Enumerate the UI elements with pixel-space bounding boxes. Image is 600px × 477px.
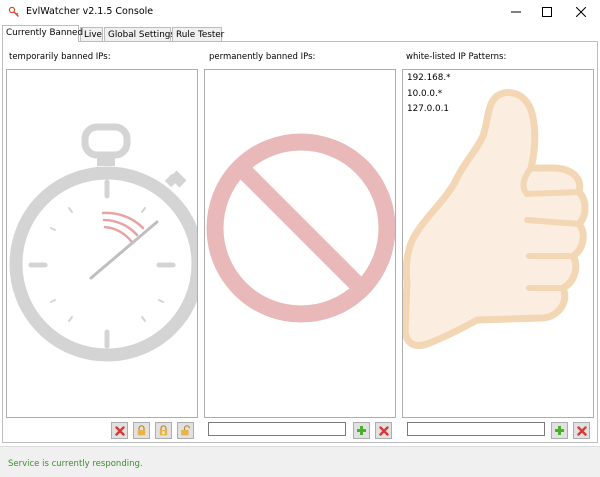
- whitelist-list[interactable]: 192.168.* 10.0.0.* 127.0.0.1: [402, 69, 594, 418]
- maximize-icon: [542, 7, 552, 17]
- maximize-button[interactable]: [532, 0, 562, 24]
- unlock-button[interactable]: [177, 422, 194, 439]
- status-bar: Service is currently responding.: [0, 446, 600, 477]
- permanent-bans-label: permanently banned IPs:: [209, 52, 316, 62]
- service-status-text: Service is currently responding.: [8, 459, 143, 469]
- add-icon: [555, 426, 564, 435]
- remove-permanent-ban-button[interactable]: [375, 422, 392, 439]
- list-item[interactable]: 10.0.0.*: [403, 87, 593, 103]
- title-bar: EvlWatcher v2.1.5 Console: [0, 0, 600, 24]
- make-permanent-button[interactable]: [155, 422, 172, 439]
- permanent-bans-list[interactable]: [204, 69, 396, 418]
- tab-global-settings[interactable]: Global Settings: [104, 27, 175, 42]
- tab-rule-tester[interactable]: Rule Tester: [172, 27, 224, 42]
- prohibited-icon: [206, 133, 395, 323]
- delete-icon: [576, 425, 587, 436]
- temporary-bans-label: temporarily banned IPs:: [9, 52, 111, 62]
- whitelist-pattern-input[interactable]: [407, 422, 545, 436]
- temporary-bans-list[interactable]: [6, 69, 198, 418]
- tab-live[interactable]: Live: [80, 27, 103, 42]
- list-item[interactable]: 127.0.0.1: [403, 102, 593, 118]
- permanent-ban-input[interactable]: [208, 422, 346, 436]
- unlock-icon: [181, 425, 191, 436]
- app-icon: [8, 6, 20, 18]
- stopwatch-icon: [9, 123, 197, 362]
- thumbs-up-icon: [403, 89, 589, 349]
- lock-temporary-ban-button[interactable]: [133, 422, 150, 439]
- close-icon: [576, 7, 586, 17]
- add-whitelist-pattern-button[interactable]: [551, 422, 568, 439]
- tab-strip: Currently Banned Live Global Settings Ru…: [0, 24, 600, 42]
- whitelist-label: white-listed IP Patterns:: [406, 52, 507, 62]
- add-permanent-ban-button[interactable]: [353, 422, 370, 439]
- lock-icon: [137, 425, 146, 436]
- list-item[interactable]: 192.168.*: [403, 71, 593, 87]
- add-icon: [357, 426, 366, 435]
- close-button[interactable]: [566, 0, 596, 24]
- delete-icon: [378, 425, 389, 436]
- delete-icon: [114, 425, 125, 436]
- remove-temporary-ban-button[interactable]: [111, 422, 128, 439]
- lock-icon: [159, 425, 168, 436]
- minimize-button[interactable]: [501, 0, 531, 24]
- tab-currently-banned[interactable]: Currently Banned: [2, 25, 83, 42]
- remove-whitelist-pattern-button[interactable]: [573, 422, 590, 439]
- minimize-icon: [511, 11, 521, 13]
- window-title: EvlWatcher v2.1.5 Console: [26, 6, 154, 17]
